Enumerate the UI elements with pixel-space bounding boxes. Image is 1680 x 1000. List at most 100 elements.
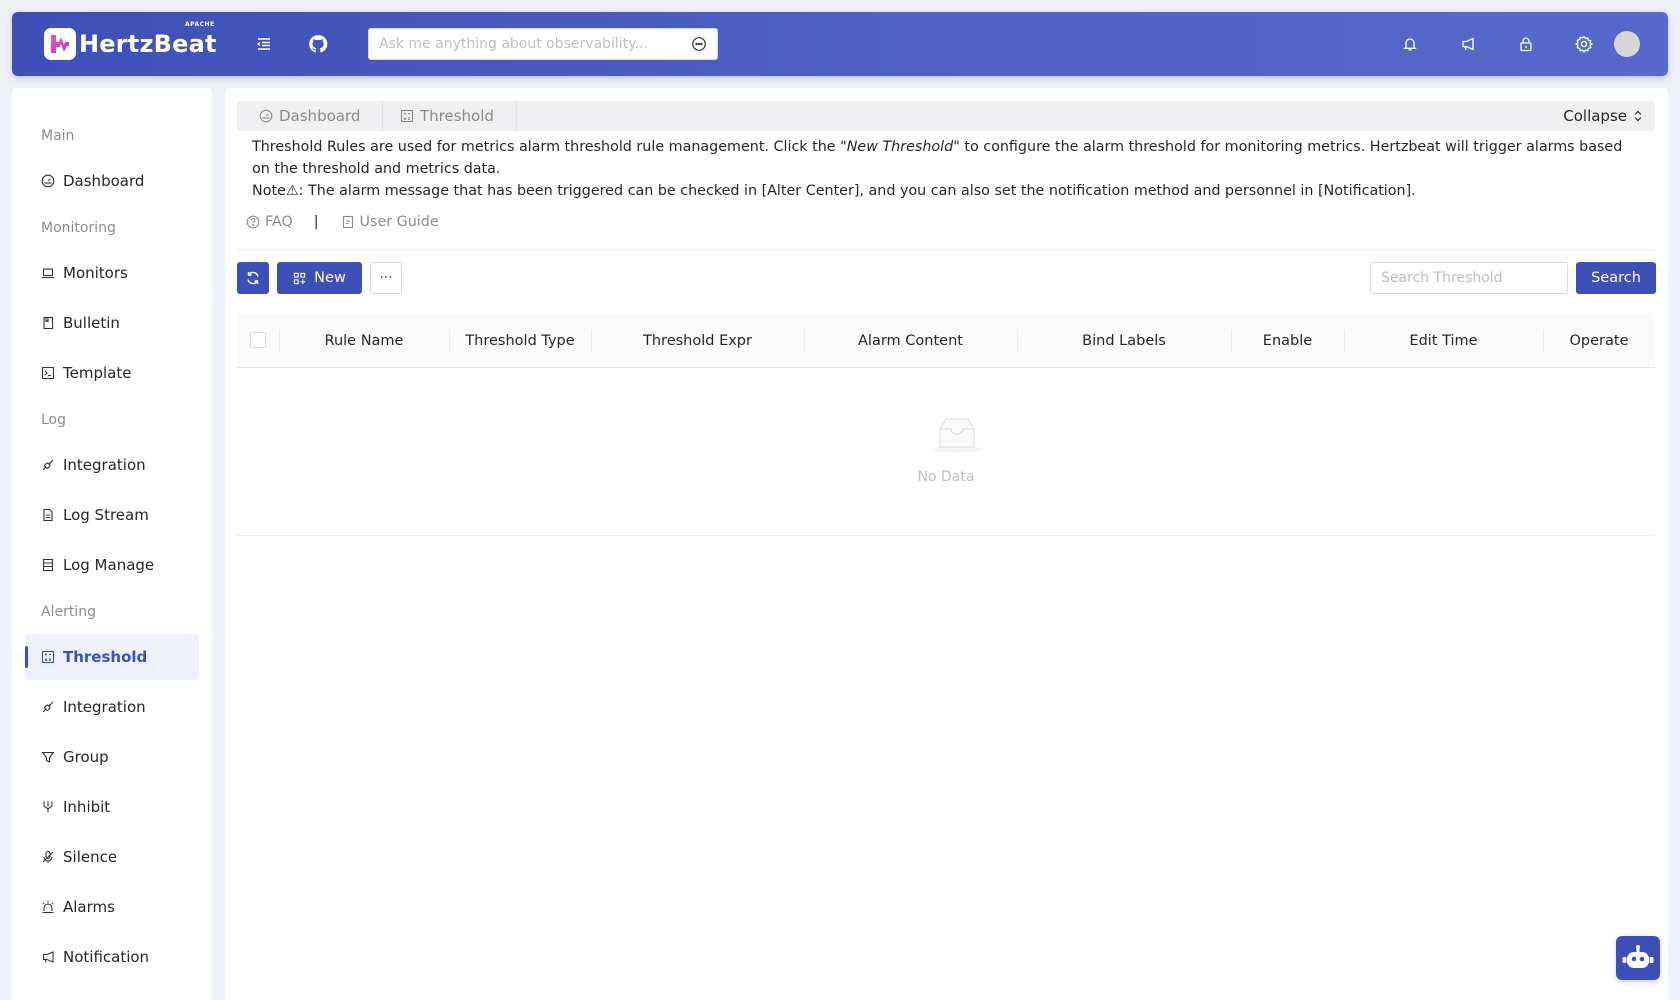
table-empty-state: No Data [237, 369, 1655, 536]
calculator-icon [41, 650, 55, 664]
mute-icon [41, 850, 55, 864]
gear-icon[interactable] [1572, 32, 1596, 56]
sidebar-item-monitors[interactable]: Monitors [25, 250, 199, 296]
sound-icon [41, 950, 55, 964]
user-guide-label: User Guide [359, 214, 439, 230]
sidebar-item-log-manage[interactable]: Log Manage [25, 542, 199, 588]
tab-dashboard[interactable]: Dashboard [237, 101, 384, 131]
sidebar-item-alert-integration[interactable]: Integration [25, 684, 199, 730]
column-bind-labels[interactable]: Bind Labels [1017, 314, 1231, 368]
threshold-search-input[interactable] [1370, 262, 1568, 294]
sidebar-item-dashboard[interactable]: Dashboard [25, 158, 199, 204]
more-actions-button[interactable]: ··· [370, 262, 402, 294]
sidebar-item-silence[interactable]: Silence [25, 834, 199, 880]
main-content: Dashboard Threshold Collapse Threshold R… [225, 88, 1668, 1000]
select-all-checkbox[interactable] [250, 332, 266, 348]
new-threshold-button[interactable]: New [277, 262, 362, 294]
dashboard-icon [41, 174, 55, 188]
sidebar-group-monitoring: Monitoring [41, 220, 116, 236]
collapse-toggle[interactable]: Collapse [1563, 101, 1643, 131]
sidebar-item-inhibit[interactable]: Inhibit [25, 784, 199, 830]
sidebar-item-alarms[interactable]: Alarms [25, 884, 199, 930]
sync-icon [247, 271, 259, 285]
empty-text: No Data [917, 469, 975, 485]
appstore-add-icon [294, 272, 306, 284]
faq-link[interactable]: FAQ [246, 214, 293, 230]
sidebar-item-label: Integration [63, 456, 146, 474]
sidebar-item-label: Monitors [63, 264, 128, 282]
section-divider [237, 249, 1655, 250]
description-note: Note⚠: The alarm message that has been t… [252, 183, 1416, 199]
refresh-button[interactable] [237, 262, 269, 294]
search-button[interactable]: Search [1576, 262, 1656, 294]
filter-icon [41, 750, 55, 764]
sidebar-item-label: Alarms [63, 898, 115, 916]
sidebar: Main Dashboard Monitoring Monitors Bulle… [12, 88, 212, 1000]
lock-icon[interactable] [1514, 32, 1538, 56]
table-header: Rule Name Threshold Type Threshold Expr … [237, 314, 1655, 368]
new-threshold-emphasis: New Threshold [846, 139, 954, 155]
question-icon [246, 215, 260, 229]
description-line-1: Threshold Rules are used for metrics ala… [252, 136, 1642, 180]
chat-icon[interactable] [691, 36, 707, 52]
inbox-icon [930, 415, 984, 457]
sidebar-item-notification[interactable]: Notification [25, 934, 199, 980]
ai-search-box[interactable] [368, 28, 718, 60]
file-icon [41, 508, 55, 522]
sound-icon[interactable] [1456, 32, 1480, 56]
read-icon [342, 215, 353, 229]
column-threshold-expr[interactable]: Threshold Expr [591, 314, 804, 368]
sidebar-item-log-stream[interactable]: Log Stream [25, 492, 199, 538]
ellipsis-icon: ··· [379, 270, 393, 286]
sidebar-item-label: Bulletin [63, 314, 120, 332]
sidebar-item-label: Notification [63, 948, 150, 966]
github-icon[interactable] [306, 32, 330, 56]
sidebar-item-label: Silence [63, 848, 118, 866]
book-icon [41, 316, 55, 330]
column-alarm-content[interactable]: Alarm Content [804, 314, 1017, 368]
tab-threshold[interactable]: Threshold [378, 101, 517, 131]
column-enable[interactable]: Enable [1231, 314, 1344, 368]
database-icon [41, 558, 55, 572]
sidebar-item-label: Dashboard [63, 172, 145, 190]
sidebar-item-label: Inhibit [63, 798, 111, 816]
user-avatar[interactable] [1614, 31, 1640, 57]
menu-fold-icon[interactable] [252, 32, 276, 56]
logo-badge: APACHE [185, 21, 215, 28]
sidebar-item-label: Log Manage [63, 556, 155, 574]
code-icon [41, 366, 55, 380]
user-guide-link[interactable]: User Guide [341, 214, 439, 230]
sidebar-item-template[interactable]: Template [25, 350, 199, 396]
logo-mark-icon [44, 28, 76, 60]
column-rule-name[interactable]: Rule Name [279, 314, 449, 368]
column-edit-time[interactable]: Edit Time [1344, 314, 1543, 368]
alert-icon [41, 900, 55, 914]
sidebar-item-label: Integration [63, 698, 146, 716]
fork-icon [41, 800, 55, 814]
bell-icon[interactable] [1398, 32, 1422, 56]
sidebar-group-log: Log [41, 412, 67, 428]
sidebar-group-alerting: Alerting [41, 604, 96, 620]
logo-title: HertzBeat [79, 30, 217, 58]
column-operate: Operate [1569, 333, 1629, 349]
collapse-label: Collapse [1563, 107, 1627, 125]
new-button-label: New [314, 270, 346, 286]
sidebar-item-group[interactable]: Group [25, 734, 199, 780]
sidebar-item-bulletin[interactable]: Bulletin [25, 300, 199, 346]
sidebar-item-log-integration[interactable]: Integration [25, 442, 199, 488]
description-text: Threshold Rules are used for metrics ala… [252, 139, 847, 155]
hertzbeat-logo[interactable]: HertzBeat APACHE [44, 21, 217, 60]
dashboard-icon [259, 109, 273, 123]
column-threshold-type[interactable]: Threshold Type [449, 314, 591, 368]
help-links: FAQ | User Guide [246, 212, 439, 232]
tab-label: Threshold [420, 107, 494, 125]
tab-bar: Dashboard Threshold Collapse [237, 101, 1655, 131]
sidebar-item-threshold[interactable]: Threshold [25, 634, 199, 680]
sidebar-item-label: Log Stream [63, 506, 149, 524]
ai-search-input[interactable] [379, 36, 679, 52]
logo-text: HertzBeat APACHE [79, 21, 217, 58]
api-icon [41, 700, 55, 714]
ai-assistant-button[interactable] [1616, 936, 1660, 980]
sidebar-item-label: Group [63, 748, 109, 766]
sidebar-item-label: Threshold [63, 648, 148, 666]
